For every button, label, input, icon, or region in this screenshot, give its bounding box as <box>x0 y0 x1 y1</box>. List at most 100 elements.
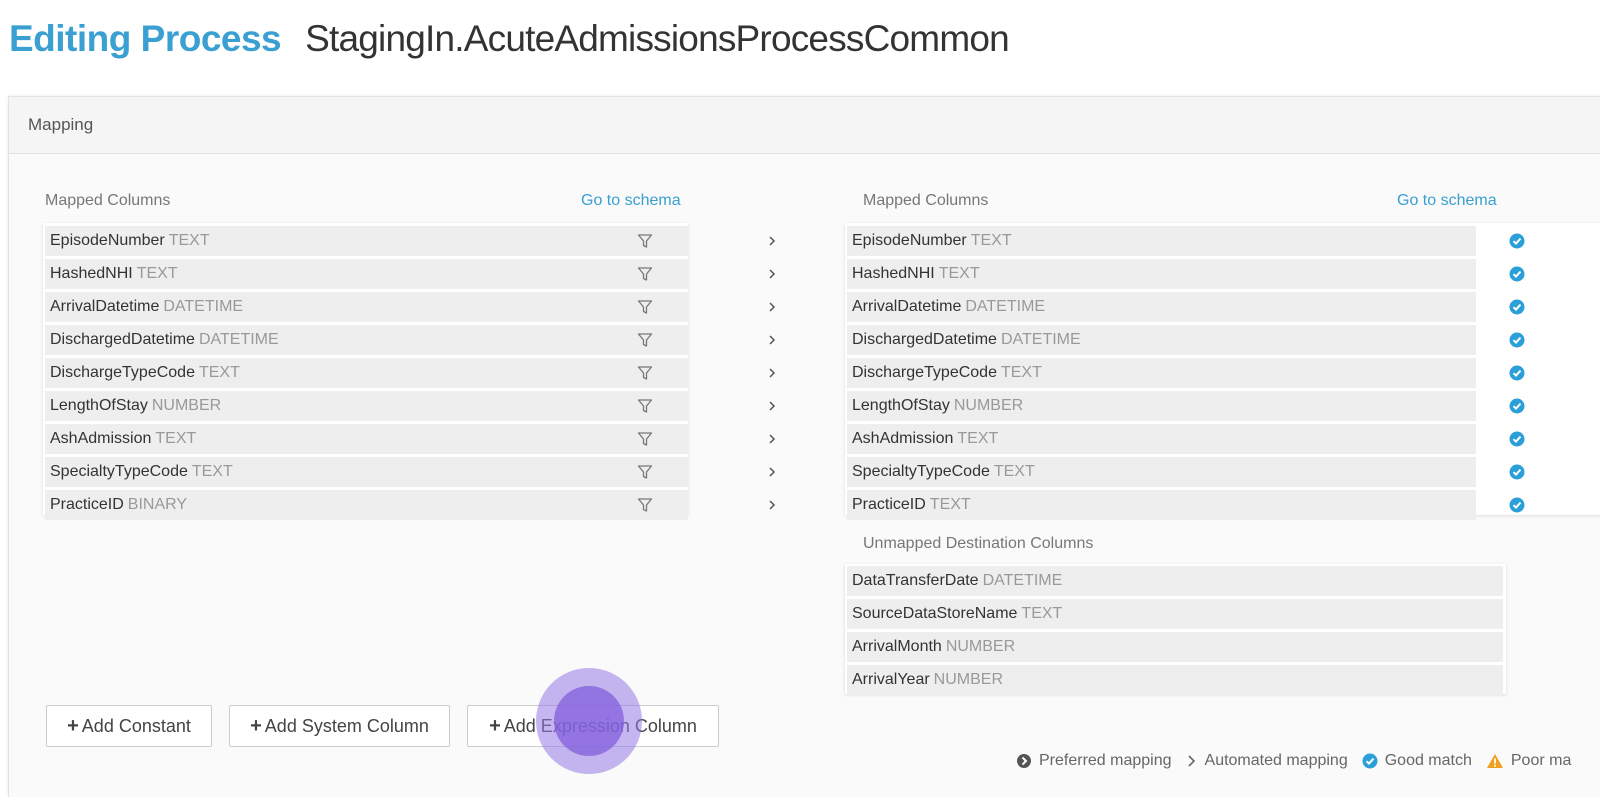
preferred-mapping-icon <box>1017 754 1031 768</box>
source-go-to-schema-link[interactable]: Go to schema <box>581 192 681 210</box>
column-type: TEXT <box>136 265 178 282</box>
source-column-row[interactable]: ArrivalDatetime DATETIME <box>45 292 776 322</box>
good-match-check-icon <box>1509 299 1525 315</box>
filter-icon[interactable] <box>637 497 653 513</box>
automated-mapping-arrow-icon <box>769 401 776 411</box>
good-match-check-icon <box>1509 332 1525 348</box>
destination-column-row[interactable]: ArrivalDatetime DATETIME <box>847 292 1525 322</box>
column-name: HashedNHI <box>50 265 133 282</box>
column-type: NUMBER <box>151 397 222 414</box>
destination-go-to-schema-link[interactable]: Go to schema <box>1397 192 1497 210</box>
column-name: ArrivalMonth <box>852 638 942 655</box>
page-title: Editing Process <box>9 18 282 59</box>
column-type: DATETIME <box>1000 331 1081 348</box>
column-name: HashedNHI <box>852 265 935 282</box>
column-type: TEXT <box>938 265 980 282</box>
destination-mapped-columns-label: Mapped Columns <box>863 192 989 209</box>
column-name: EpisodeNumber <box>852 232 967 249</box>
column-type: TEXT <box>155 430 197 447</box>
destination-column-row[interactable]: EpisodeNumber TEXT <box>847 226 1525 256</box>
add-constant-label: Add Constant <box>81 715 191 736</box>
legend-poor: Poor ma <box>1486 752 1571 770</box>
destination-column-row[interactable]: HashedNHI TEXT <box>847 259 1525 289</box>
legend-preferred: Preferred mapping <box>1016 752 1172 770</box>
column-name: EpisodeNumber <box>50 232 165 249</box>
filter-icon[interactable] <box>637 431 653 447</box>
unmapped-column-row[interactable]: DataTransferDate DATETIME <box>847 566 1503 596</box>
automated-mapping-arrow-icon <box>769 500 776 510</box>
column-type: TEXT <box>191 463 233 480</box>
add-expression-column-button[interactable]: + Add Expression Column <box>467 705 719 747</box>
column-name: PracticeID <box>50 496 124 513</box>
automated-mapping-arrow-icon <box>769 368 776 378</box>
source-column-row[interactable]: AshAdmission TEXT <box>45 424 776 454</box>
automated-mapping-arrow-icon <box>769 236 776 246</box>
filter-icon[interactable] <box>637 332 653 348</box>
column-type: DATETIME <box>982 572 1063 589</box>
good-match-check-icon <box>1509 233 1525 249</box>
column-type: DATETIME <box>965 298 1046 315</box>
warning-icon <box>1486 754 1503 768</box>
filter-icon[interactable] <box>637 299 653 315</box>
plus-icon: + <box>250 714 262 737</box>
destination-column-row[interactable]: DischargeTypeCode TEXT <box>847 358 1525 388</box>
add-system-column-button[interactable]: + Add System Column <box>229 705 450 747</box>
column-name: AshAdmission <box>50 430 152 447</box>
add-constant-button[interactable]: + Add Constant <box>46 705 212 747</box>
column-name: DischargedDatetime <box>50 331 195 348</box>
unmapped-columns-list: DataTransferDate DATETIME SourceDataStoreN… <box>847 566 1503 698</box>
column-name: ArrivalDatetime <box>852 298 962 315</box>
panel-heading-label: Mapping <box>28 115 94 134</box>
column-name: SourceDataStoreName <box>852 605 1018 622</box>
source-column-row[interactable]: EpisodeNumber TEXT <box>45 226 776 256</box>
add-expression-column-label: Add Expression Column <box>503 715 697 736</box>
destination-column-row[interactable]: DischargedDatetime DATETIME <box>847 325 1525 355</box>
panel-heading: Mapping <box>9 97 1600 154</box>
unmapped-column-row[interactable]: ArrivalYear NUMBER <box>847 665 1503 695</box>
filter-icon[interactable] <box>637 365 653 381</box>
filter-icon[interactable] <box>637 464 653 480</box>
filter-icon[interactable] <box>637 398 653 414</box>
good-match-check-icon <box>1509 365 1525 381</box>
column-type: BINARY <box>127 496 188 513</box>
automated-mapping-arrow-icon <box>769 335 776 345</box>
destination-column-row[interactable]: SpecialtyTypeCode TEXT <box>847 457 1525 487</box>
good-match-check-icon <box>1509 266 1525 282</box>
column-name: DischargedDatetime <box>852 331 997 348</box>
destination-column-row[interactable]: AshAdmission TEXT <box>847 424 1525 454</box>
destination-column-row[interactable]: LengthOfStay NUMBER <box>847 391 1525 421</box>
unmapped-column-row[interactable]: ArrivalMonth NUMBER <box>847 632 1503 662</box>
filter-icon[interactable] <box>637 233 653 249</box>
mapping-legend: Preferred mapping Automated mapping Good… <box>1016 752 1585 770</box>
source-column-row[interactable]: HashedNHI TEXT <box>45 259 776 289</box>
filter-icon[interactable] <box>637 266 653 282</box>
automated-mapping-arrow-icon <box>769 302 776 312</box>
source-column-row[interactable]: DischargeTypeCode TEXT <box>45 358 776 388</box>
source-column-row[interactable]: DischargedDatetime DATETIME <box>45 325 776 355</box>
plus-icon: + <box>67 714 79 737</box>
unmapped-column-row[interactable]: SourceDataStoreName TEXT <box>847 599 1503 629</box>
good-match-check-icon <box>1509 464 1525 480</box>
good-match-check-icon <box>1509 398 1525 414</box>
legend-poor-label: Poor ma <box>1510 752 1572 769</box>
destination-columns-list: EpisodeNumber TEXT HashedNHI TEXT ArrivalDat… <box>847 226 1600 523</box>
automated-mapping-arrow-icon <box>769 269 776 279</box>
source-column-row[interactable]: PracticeID BINARY <box>45 490 776 520</box>
column-type: TEXT <box>970 232 1012 249</box>
column-type: TEXT <box>198 364 240 381</box>
destination-column-row[interactable]: PracticeID TEXT <box>847 490 1525 520</box>
page-header: Editing Process StagingIn.AcuteAdmission… <box>9 18 1010 68</box>
source-mapped-columns-label: Mapped Columns <box>45 192 171 209</box>
good-match-check-icon <box>1509 431 1525 447</box>
column-type: TEXT <box>993 463 1035 480</box>
source-column-row[interactable]: SpecialtyTypeCode TEXT <box>45 457 776 487</box>
column-type: TEXT <box>929 496 971 513</box>
column-name: SpecialtyTypeCode <box>852 463 990 480</box>
column-type: NUMBER <box>933 671 1004 688</box>
column-type: TEXT <box>1000 364 1042 381</box>
plus-icon: + <box>489 714 501 737</box>
unmapped-columns-label: Unmapped Destination Columns <box>863 535 1094 552</box>
source-column-row[interactable]: LengthOfStay NUMBER <box>45 391 776 421</box>
legend-good-label: Good match <box>1384 752 1472 769</box>
column-name: PracticeID <box>852 496 926 513</box>
